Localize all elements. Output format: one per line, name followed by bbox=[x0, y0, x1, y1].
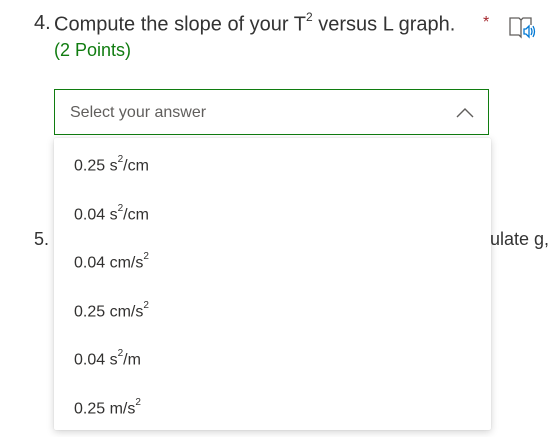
option-text: 0.25 m/s bbox=[74, 400, 136, 418]
option-text-suffix: /cm bbox=[123, 205, 149, 223]
immersive-reader-icon[interactable] bbox=[507, 12, 537, 42]
option-text: 0.04 s bbox=[74, 351, 118, 369]
question-number: 4. bbox=[34, 12, 51, 34]
option-superscript: 2 bbox=[117, 202, 124, 214]
dropdown-option[interactable]: 0.25 s2/cm bbox=[54, 138, 491, 187]
option-superscript: 2 bbox=[143, 299, 149, 311]
option-text-suffix: /m bbox=[123, 351, 141, 369]
option-superscript: 2 bbox=[117, 154, 124, 165]
question-points: (2 Points) bbox=[54, 40, 132, 60]
option-text: 0.25 s bbox=[74, 157, 118, 175]
dropdown-option[interactable]: 0.25 m/s2 bbox=[54, 381, 491, 430]
next-question-number: 5. bbox=[34, 229, 50, 249]
option-text: 0.04 s bbox=[74, 205, 118, 223]
question-title-superscript: 2 bbox=[306, 10, 313, 24]
answer-dropdown[interactable]: Select your answer bbox=[54, 89, 489, 135]
dropdown-option[interactable]: 0.04 s2/m bbox=[54, 332, 491, 381]
option-superscript: 2 bbox=[143, 251, 149, 263]
required-asterisk: * bbox=[483, 14, 490, 31]
dropdown-option[interactable]: 0.04 s2/cm bbox=[54, 187, 491, 236]
question-title-prefix: Compute the slope of your T bbox=[54, 13, 306, 36]
chevron-up-icon[interactable] bbox=[456, 106, 474, 118]
question-title: Compute the slope of your T2 versus L gr… bbox=[54, 10, 456, 37]
next-question-title-fragment: ulate g, bbox=[490, 229, 550, 249]
option-text: 0.25 cm/s bbox=[74, 303, 144, 321]
option-superscript: 2 bbox=[117, 348, 124, 360]
dropdown-placeholder: Select your answer bbox=[70, 104, 207, 121]
dropdown-options-list: 0.25 s2/cm 0.04 s2/cm 0.04 cm/s2 0.25 cm… bbox=[54, 138, 491, 430]
question-title-suffix: versus L graph. bbox=[312, 13, 456, 36]
dropdown-option[interactable]: 0.04 cm/s2 bbox=[54, 235, 491, 284]
option-text: 0.04 cm/s bbox=[74, 254, 144, 272]
option-superscript: 2 bbox=[135, 396, 141, 408]
dropdown-option[interactable]: 0.25 cm/s2 bbox=[54, 284, 491, 333]
form-page: 4. Compute the slope of your T2 versus L… bbox=[0, 0, 555, 437]
option-text-suffix: /cm bbox=[123, 157, 149, 175]
